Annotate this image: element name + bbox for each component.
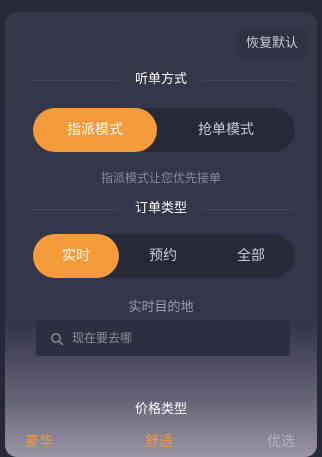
divider-right <box>203 209 293 210</box>
dispatch-mode-toggle: 指派模式 抢单模式 <box>33 108 295 152</box>
divider-left <box>29 80 119 81</box>
destination-search-input[interactable] <box>72 331 272 345</box>
dispatch-section-header: 听单方式 <box>5 72 317 88</box>
divider-left <box>29 209 119 210</box>
order-type-reservation-option[interactable]: 预约 <box>119 234 207 278</box>
destination-search-box[interactable] <box>36 320 290 356</box>
order-type-section-title: 订单类型 <box>134 201 187 216</box>
order-type-realtime-option[interactable]: 实时 <box>33 234 119 278</box>
price-type-comfort-option[interactable]: 舒适 <box>145 432 173 452</box>
order-settings-panel: 恢复默认 听单方式 指派模式 抢单模式 指派模式让您优先接单 订单类型 实时 预… <box>5 12 317 457</box>
divider-right <box>203 410 293 411</box>
divider-left <box>29 410 119 411</box>
dispatch-hint: 指派模式让您优先接单 <box>100 171 221 185</box>
price-type-luxury-option[interactable]: 豪华 <box>25 432 53 452</box>
dispatch-mode-assign-option[interactable]: 指派模式 <box>33 108 157 152</box>
price-type-section-header: 价格类型 <box>5 402 317 418</box>
divider-right <box>203 80 293 81</box>
price-type-options: 豪华 舒适 优选 <box>5 432 317 452</box>
dispatch-section-title: 听单方式 <box>134 72 187 87</box>
destination-title: 实时目的地 <box>128 300 194 315</box>
reset-default-button[interactable]: 恢复默认 <box>237 30 307 58</box>
search-icon <box>50 331 64 346</box>
order-type-all-option[interactable]: 全部 <box>207 234 295 278</box>
dispatch-mode-grab-option[interactable]: 抢单模式 <box>157 108 295 152</box>
price-type-section-title: 价格类型 <box>134 402 187 417</box>
order-type-toggle: 实时 预约 全部 <box>33 234 295 278</box>
order-type-section-header: 订单类型 <box>5 201 317 217</box>
price-type-preferred-option[interactable]: 优选 <box>267 432 295 452</box>
